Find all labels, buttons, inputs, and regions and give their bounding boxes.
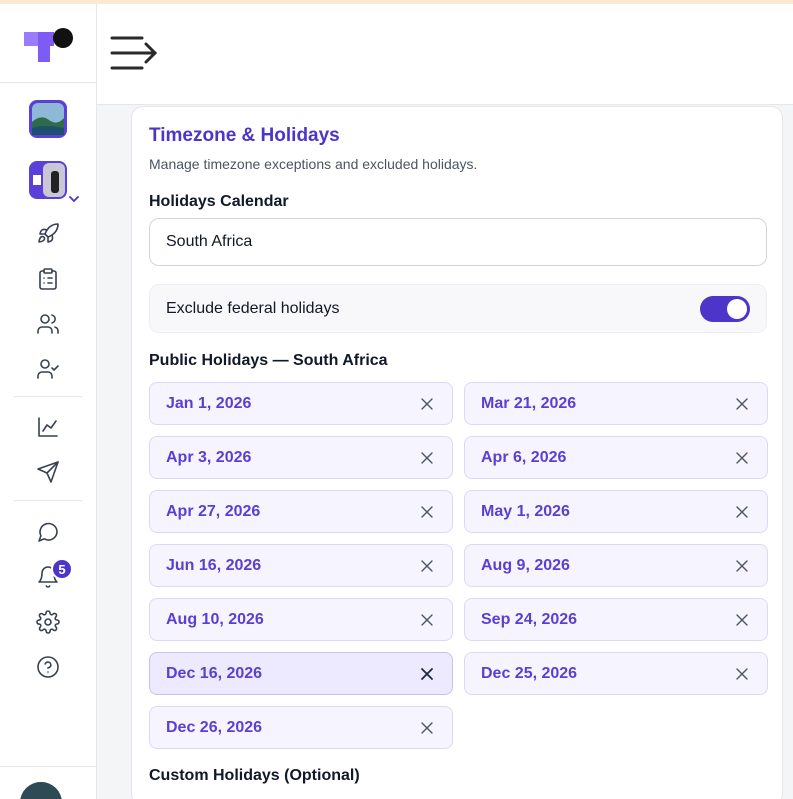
holiday-chip-label: Aug 10, 2026 xyxy=(166,611,264,628)
holiday-chip-label: Dec 16, 2026 xyxy=(166,665,263,682)
holiday-chip[interactable]: Aug 9, 2026 xyxy=(464,544,768,587)
holiday-chip[interactable]: Dec 16, 2026 xyxy=(149,652,453,695)
holidays-calendar-label: Holidays Calendar xyxy=(149,193,289,210)
holiday-chip-label: Apr 3, 2026 xyxy=(166,449,252,466)
user-check-icon[interactable] xyxy=(34,355,62,383)
holiday-chip[interactable]: Apr 6, 2026 xyxy=(464,436,768,479)
holiday-chip[interactable]: Aug 10, 2026 xyxy=(149,598,453,641)
exclude-federal-holidays-toggle[interactable] xyxy=(700,296,750,322)
holiday-chip-label: Dec 26, 2026 xyxy=(166,719,263,736)
holiday-chip-label: Apr 27, 2026 xyxy=(166,503,261,520)
sidebar-separator xyxy=(14,396,82,397)
notification-badge: 5 xyxy=(51,558,73,580)
users-icon[interactable] xyxy=(34,310,62,338)
sidebar: 5 xyxy=(0,4,97,799)
user-avatar[interactable] xyxy=(20,782,62,799)
custom-holidays-label: Custom Holidays (Optional) xyxy=(149,767,360,784)
holiday-chip-label: Jun 16, 2026 xyxy=(166,557,262,574)
remove-holiday-icon[interactable] xyxy=(733,503,751,521)
holiday-chip[interactable]: Jun 16, 2026 xyxy=(149,544,453,587)
holiday-chip[interactable]: Dec 25, 2026 xyxy=(464,652,768,695)
timezone-holidays-card: Timezone & Holidays Manage timezone exce… xyxy=(131,106,783,799)
holiday-chip-label: May 1, 2026 xyxy=(481,503,570,520)
holidays-calendar-input[interactable] xyxy=(149,218,767,266)
holiday-chip[interactable]: Dec 26, 2026 xyxy=(149,706,453,749)
remove-holiday-icon[interactable] xyxy=(733,557,751,575)
sidebar-separator xyxy=(14,500,82,501)
holiday-chip[interactable]: Apr 3, 2026 xyxy=(149,436,453,479)
remove-holiday-icon[interactable] xyxy=(418,557,436,575)
holiday-chip[interactable]: Jan 1, 2026 xyxy=(149,382,453,425)
holiday-chip-label: Sep 24, 2026 xyxy=(481,611,578,628)
chart-line-icon[interactable] xyxy=(34,413,62,441)
rocket-icon[interactable] xyxy=(34,220,62,248)
gear-icon[interactable] xyxy=(34,608,62,636)
chat-icon[interactable] xyxy=(34,518,62,546)
remove-holiday-icon[interactable] xyxy=(418,503,436,521)
clipboard-list-icon[interactable] xyxy=(34,265,62,293)
exclude-federal-holidays-row: Exclude federal holidays xyxy=(149,284,767,333)
help-circle-icon[interactable] xyxy=(34,653,62,681)
holiday-chip-label: Mar 21, 2026 xyxy=(481,395,577,412)
holiday-chip-label: Aug 9, 2026 xyxy=(481,557,570,574)
remove-holiday-icon[interactable] xyxy=(418,719,436,737)
top-header xyxy=(97,4,793,105)
holiday-chip-label: Apr 6, 2026 xyxy=(481,449,567,466)
remove-holiday-icon[interactable] xyxy=(418,665,436,683)
card-subtitle: Manage timezone exceptions and excluded … xyxy=(149,156,478,172)
remove-holiday-icon[interactable] xyxy=(733,395,751,413)
sidebar-divider xyxy=(0,766,96,767)
holiday-chip[interactable]: Sep 24, 2026 xyxy=(464,598,768,641)
remove-holiday-icon[interactable] xyxy=(733,665,751,683)
remove-holiday-icon[interactable] xyxy=(733,611,751,629)
menu-toggle-icon[interactable] xyxy=(109,34,159,74)
exclude-federal-holidays-label: Exclude federal holidays xyxy=(166,300,340,317)
holiday-chip[interactable]: May 1, 2026 xyxy=(464,490,768,533)
card-title: Timezone & Holidays xyxy=(149,125,340,146)
toggle-knob xyxy=(727,299,747,319)
remove-holiday-icon[interactable] xyxy=(418,611,436,629)
public-holidays-label: Public Holidays — South Africa xyxy=(149,352,388,369)
sidebar-divider xyxy=(0,82,96,83)
holiday-chip[interactable]: Mar 21, 2026 xyxy=(464,382,768,425)
chevron-down-icon[interactable] xyxy=(69,190,79,203)
remove-holiday-icon[interactable] xyxy=(733,449,751,467)
holiday-chip-label: Dec 25, 2026 xyxy=(481,665,578,682)
workspace-avatar[interactable] xyxy=(29,100,67,138)
remove-holiday-icon[interactable] xyxy=(418,449,436,467)
remove-holiday-icon[interactable] xyxy=(418,395,436,413)
send-icon[interactable] xyxy=(34,458,62,486)
holiday-chip[interactable]: Apr 27, 2026 xyxy=(149,490,453,533)
secondary-workspace-avatar[interactable] xyxy=(29,161,67,199)
holiday-chip-label: Jan 1, 2026 xyxy=(166,395,252,412)
app-logo[interactable] xyxy=(24,26,74,66)
